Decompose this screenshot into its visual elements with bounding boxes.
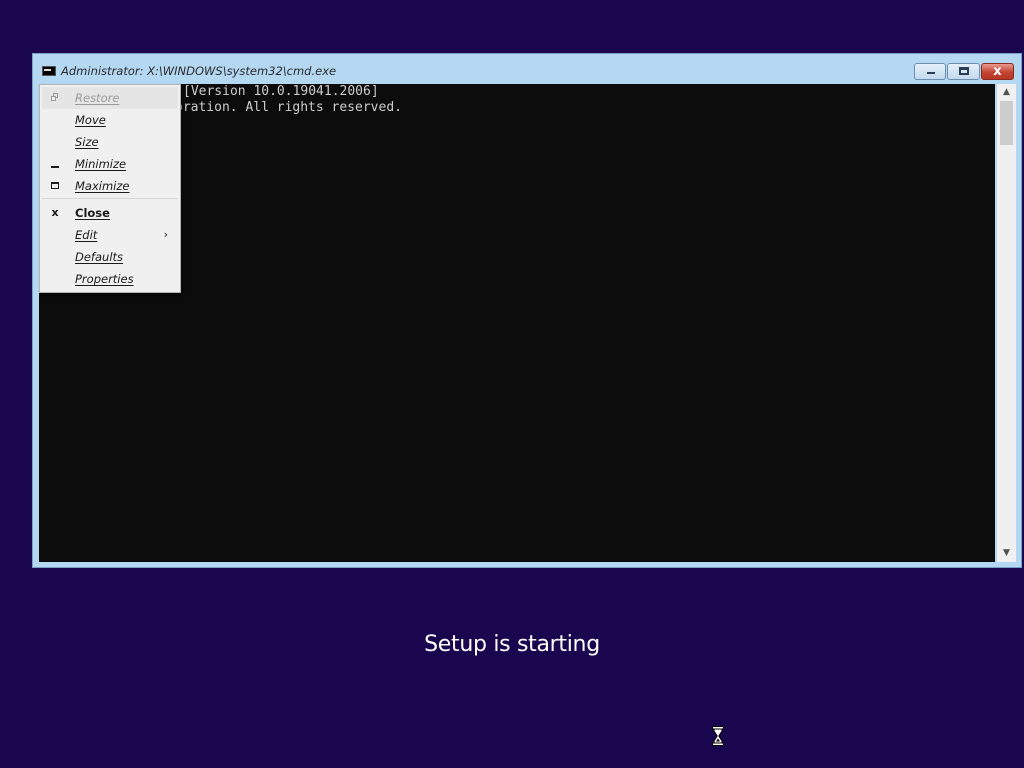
menu-item-edit[interactable]: Edit › xyxy=(42,224,178,246)
menu-separator xyxy=(42,198,178,199)
maximize-button[interactable] xyxy=(947,63,980,80)
menu-item-label: Defaults xyxy=(75,250,124,264)
maximize-icon xyxy=(959,67,969,75)
scroll-up-arrow-icon[interactable]: ▲ xyxy=(997,84,1016,101)
menu-item-label: Size xyxy=(75,135,99,149)
minimize-icon xyxy=(927,72,935,74)
menu-item-close[interactable]: x Close xyxy=(42,202,178,224)
system-menu: Restore Move Size Minimize Maximize x Cl… xyxy=(39,84,181,293)
menu-item-properties[interactable]: Properties xyxy=(42,268,178,290)
scroll-down-arrow-icon[interactable]: ▼ xyxy=(997,545,1016,562)
menu-item-maximize[interactable]: Maximize xyxy=(42,175,178,197)
setup-status-text: Setup is starting xyxy=(424,632,600,657)
menu-item-restore[interactable]: Restore xyxy=(42,87,178,109)
menu-item-label: Restore xyxy=(75,91,120,105)
menu-item-move[interactable]: Move xyxy=(42,109,178,131)
menu-item-size[interactable]: Size xyxy=(42,131,178,153)
menu-item-label: Minimize xyxy=(75,157,127,171)
menu-item-minimize[interactable]: Minimize xyxy=(42,153,178,175)
cmd-icon[interactable] xyxy=(42,66,56,76)
close-button[interactable]: x xyxy=(981,63,1014,80)
menu-item-defaults[interactable]: Defaults xyxy=(42,246,178,268)
scroll-thumb[interactable] xyxy=(1000,101,1013,145)
menu-item-label: Move xyxy=(75,113,106,127)
maximize-icon xyxy=(48,175,62,197)
menu-item-label: Close xyxy=(75,206,110,220)
console-output[interactable]: [Version 10.0.19041.2006] oration. All r… xyxy=(39,84,995,562)
hourglass-icon xyxy=(712,726,724,746)
minimize-button[interactable] xyxy=(914,63,946,80)
menu-item-label: Maximize xyxy=(75,179,130,193)
close-icon: x xyxy=(51,206,59,219)
title-bar[interactable]: Administrator: X:\WINDOWS\system32\cmd.e… xyxy=(33,54,1021,84)
console-line-version: [Version 10.0.19041.2006] xyxy=(183,84,379,99)
close-icon: x xyxy=(993,64,1002,79)
menu-item-label: Properties xyxy=(75,272,134,286)
submenu-arrow-icon: › xyxy=(163,228,168,241)
console-line-copyright: oration. All rights reserved. xyxy=(175,100,402,115)
vertical-scrollbar[interactable]: ▲ ▼ xyxy=(997,84,1016,562)
window-title: Administrator: X:\WINDOWS\system32\cmd.e… xyxy=(61,64,337,78)
restore-icon xyxy=(48,87,62,109)
menu-item-label: Edit xyxy=(75,228,98,242)
minimize-icon xyxy=(48,153,62,175)
